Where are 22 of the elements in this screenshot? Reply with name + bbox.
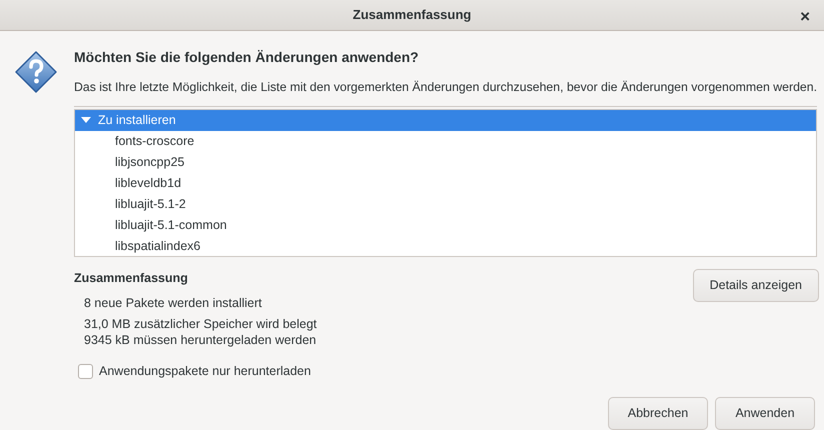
summary-title: Zusammenfassung <box>74 270 189 287</box>
summary-line: 8 neue Pakete werden installiert <box>83 295 263 312</box>
dialog-heading: Möchten Sie die folgenden Änderungen anwenden? <box>74 48 420 68</box>
tree-row[interactable]: libluajit-5.1-2 <box>75 194 816 214</box>
tree-row[interactable]: Zu installieren <box>75 110 816 130</box>
tree-row[interactable]: libspatialindex6 <box>75 236 816 256</box>
description-text: Das ist Ihre letzte Möglichkeit, die Liste mit den vorgemerkten Änderungen durchzusehen, bevor die Änderungen vorgenommen werden. <box>74 79 818 96</box>
expander-icon[interactable] <box>81 116 91 124</box>
dialog-button[interactable]: Abbrechen <box>608 397 708 430</box>
close-button[interactable]: × <box>796 8 814 26</box>
question-icon <box>14 50 58 94</box>
details-button[interactable]: Details anzeigen <box>692 268 820 302</box>
dialog-button[interactable]: Anwenden <box>715 397 815 430</box>
checkbox[interactable] <box>78 364 93 380</box>
window-title: Zusammenfassung <box>352 6 472 24</box>
summary-line: 9345 kB müssen heruntergeladen werden <box>83 332 318 348</box>
tree-row[interactable]: fonts-croscore <box>75 130 816 152</box>
summary-line: 31,0 MB zusätzlicher Speicher wird belegt <box>83 316 318 332</box>
tree-row[interactable]: libleveldb1d <box>75 172 816 194</box>
tree-row[interactable]: libjsoncpp25 <box>75 152 816 172</box>
tree-row[interactable]: libluajit-5.1-common <box>75 214 816 236</box>
checkbox-label[interactable]: Anwendungspakete nur herunterladen <box>99 362 311 381</box>
